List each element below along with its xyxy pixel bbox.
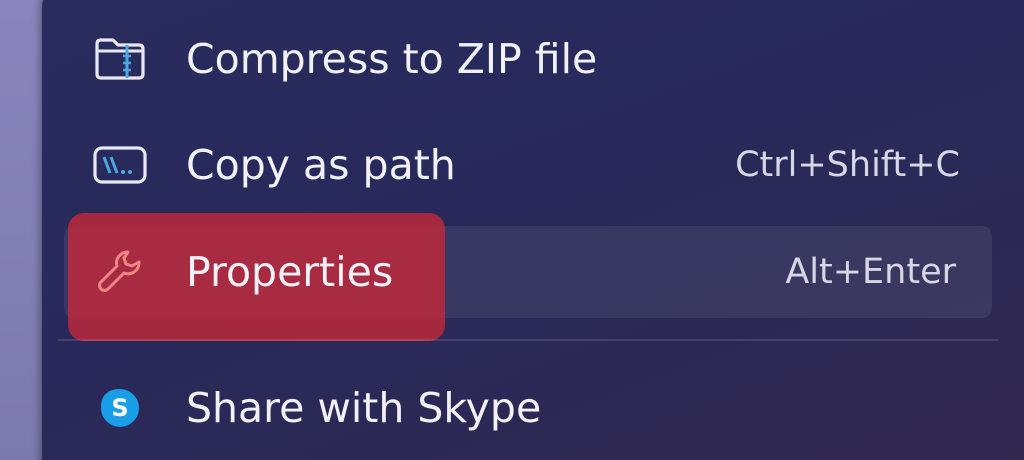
menu-item-label: Share with Skype <box>186 384 542 432</box>
menu-item-label: Properties <box>186 248 394 296</box>
menu-item-copy-as-path[interactable]: Copy as path Ctrl+Shift+C <box>64 119 996 211</box>
zip-folder-icon <box>92 31 148 87</box>
svg-text:S: S <box>111 394 128 422</box>
menu-item-share-with-skype[interactable]: S Share with Skype <box>64 362 996 454</box>
shortcut-hint: Alt+Enter <box>785 252 956 292</box>
copy-path-icon <box>92 137 148 193</box>
skype-icon: S <box>92 380 148 436</box>
menu-item-compress-zip[interactable]: Compress to ZIP file <box>64 13 996 105</box>
menu-separator <box>58 339 998 341</box>
menu-item-label: Copy as path <box>186 141 456 189</box>
menu-item-label: Compress to ZIP file <box>186 35 598 83</box>
shortcut-hint: Ctrl+Shift+C <box>735 145 960 185</box>
wrench-icon <box>92 244 148 300</box>
menu-item-properties-overlay: Properties <box>64 226 444 318</box>
